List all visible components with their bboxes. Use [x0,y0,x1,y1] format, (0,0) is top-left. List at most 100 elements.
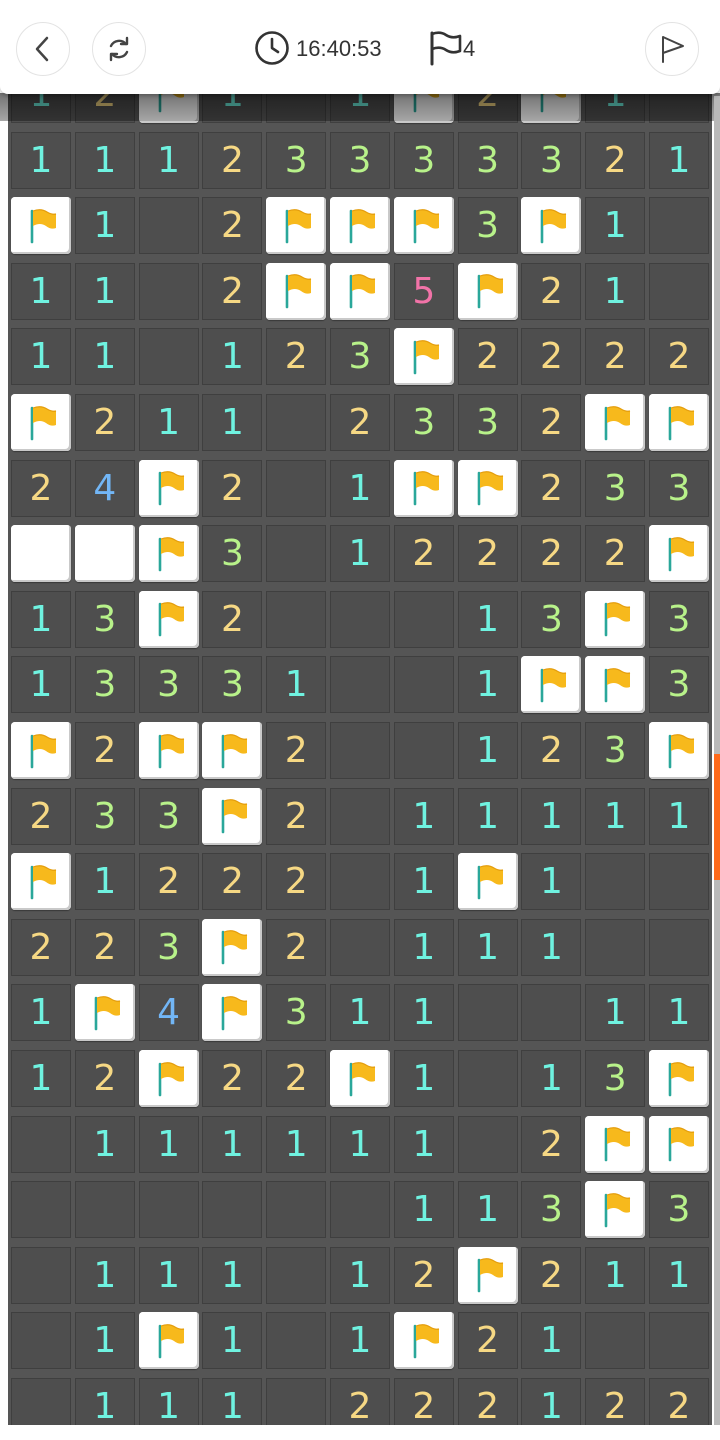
empty-cell[interactable] [457,984,518,1042]
number-cell[interactable]: 1 [330,525,390,583]
number-cell[interactable]: 2 [266,918,327,976]
empty-cell[interactable] [138,262,199,320]
flagged-cell[interactable] [138,1050,199,1107]
flagged-cell[interactable] [585,656,646,714]
number-cell[interactable]: 2 [393,1246,454,1304]
number-cell[interactable]: 1 [585,984,646,1042]
number-cell[interactable]: 3 [138,656,199,714]
number-cell[interactable]: 1 [457,1181,518,1239]
number-cell[interactable]: 1 [74,328,135,386]
number-cell[interactable]: 1 [11,328,71,386]
number-cell[interactable]: 3 [202,656,263,714]
empty-cell[interactable] [330,656,390,714]
flagged-cell[interactable] [585,394,646,451]
flagged-cell[interactable] [330,197,390,255]
number-cell[interactable]: 1 [202,1312,263,1370]
flagged-cell[interactable] [457,853,518,911]
empty-cell[interactable] [585,918,646,976]
number-cell[interactable]: 2 [521,722,582,779]
number-cell[interactable]: 3 [330,131,390,189]
empty-cell[interactable] [11,1312,71,1370]
number-cell[interactable]: 2 [649,1378,709,1425]
number-cell[interactable]: 3 [585,459,646,517]
number-cell[interactable]: 1 [330,459,390,517]
number-cell[interactable]: 1 [74,1246,135,1304]
flagged-cell[interactable] [521,656,582,714]
flagged-cell[interactable] [393,459,454,517]
number-cell[interactable]: 2 [266,1050,327,1107]
number-cell[interactable]: 1 [457,722,518,779]
flagged-cell[interactable] [138,722,199,779]
number-cell[interactable]: 1 [11,1050,71,1107]
number-cell[interactable]: 1 [330,1312,390,1370]
flagged-cell[interactable] [649,1115,709,1173]
empty-cell[interactable] [266,1378,327,1425]
flagged-cell[interactable] [457,262,518,320]
empty-cell[interactable] [11,1181,71,1239]
number-cell[interactable]: 1 [521,853,582,911]
number-cell[interactable]: 2 [202,853,263,911]
number-cell[interactable]: 2 [521,328,582,386]
number-cell[interactable]: 1 [585,197,646,255]
number-cell[interactable]: 3 [74,787,135,845]
number-cell[interactable]: 1 [138,131,199,189]
number-cell[interactable]: 3 [266,131,327,189]
minesweeper-board[interactable]: 1211211112333332112311125211112322222112… [8,62,712,1425]
number-cell[interactable]: 1 [521,787,582,845]
number-cell[interactable]: 3 [649,1181,709,1239]
number-cell[interactable]: 1 [138,1115,199,1173]
empty-cell[interactable] [330,1181,390,1239]
empty-cell[interactable] [585,853,646,911]
flagged-cell[interactable] [521,197,582,255]
flagged-cell[interactable] [202,787,263,845]
flagged-cell[interactable] [11,197,71,255]
number-cell[interactable]: 2 [521,262,582,320]
number-cell[interactable]: 2 [202,131,263,189]
number-cell[interactable]: 3 [521,590,582,648]
flagged-cell[interactable] [457,459,518,517]
number-cell[interactable]: 1 [74,1312,135,1370]
number-cell[interactable]: 2 [649,328,709,386]
number-cell[interactable]: 1 [457,787,518,845]
number-cell[interactable]: 3 [74,656,135,714]
number-cell[interactable]: 2 [521,525,582,583]
empty-cell[interactable] [393,722,454,779]
number-cell[interactable]: 1 [521,1312,582,1370]
number-cell[interactable]: 1 [11,656,71,714]
number-cell[interactable]: 2 [11,787,71,845]
number-cell[interactable]: 1 [585,262,646,320]
empty-cell[interactable] [11,1246,71,1304]
number-cell[interactable]: 1 [74,853,135,911]
number-cell[interactable]: 2 [585,328,646,386]
back-button[interactable] [16,22,70,76]
number-cell[interactable]: 3 [74,590,135,648]
number-cell[interactable]: 1 [330,1115,390,1173]
number-cell[interactable]: 2 [74,1050,135,1107]
number-cell[interactable]: 3 [393,394,454,451]
number-cell[interactable]: 4 [74,459,135,517]
empty-cell[interactable] [330,590,390,648]
number-cell[interactable]: 1 [330,984,390,1042]
number-cell[interactable]: 1 [74,197,135,255]
number-cell[interactable]: 1 [457,656,518,714]
flagged-cell[interactable] [266,197,327,255]
number-cell[interactable]: 1 [393,1115,454,1173]
number-cell[interactable]: 2 [521,1246,582,1304]
empty-cell[interactable] [266,590,327,648]
number-cell[interactable]: 1 [74,1378,135,1425]
unrevealed-cell[interactable] [74,525,135,583]
flagged-cell[interactable] [585,1181,646,1239]
number-cell[interactable]: 1 [393,918,454,976]
flagged-cell[interactable] [202,984,263,1042]
number-cell[interactable]: 3 [138,787,199,845]
number-cell[interactable]: 2 [393,525,454,583]
number-cell[interactable]: 1 [202,1378,263,1425]
flagged-cell[interactable] [138,1312,199,1370]
number-cell[interactable]: 2 [330,394,390,451]
number-cell[interactable]: 2 [266,722,327,779]
number-cell[interactable]: 1 [457,590,518,648]
number-cell[interactable]: 2 [138,853,199,911]
flagged-cell[interactable] [649,1050,709,1107]
number-cell[interactable]: 2 [74,918,135,976]
empty-cell[interactable] [138,197,199,255]
